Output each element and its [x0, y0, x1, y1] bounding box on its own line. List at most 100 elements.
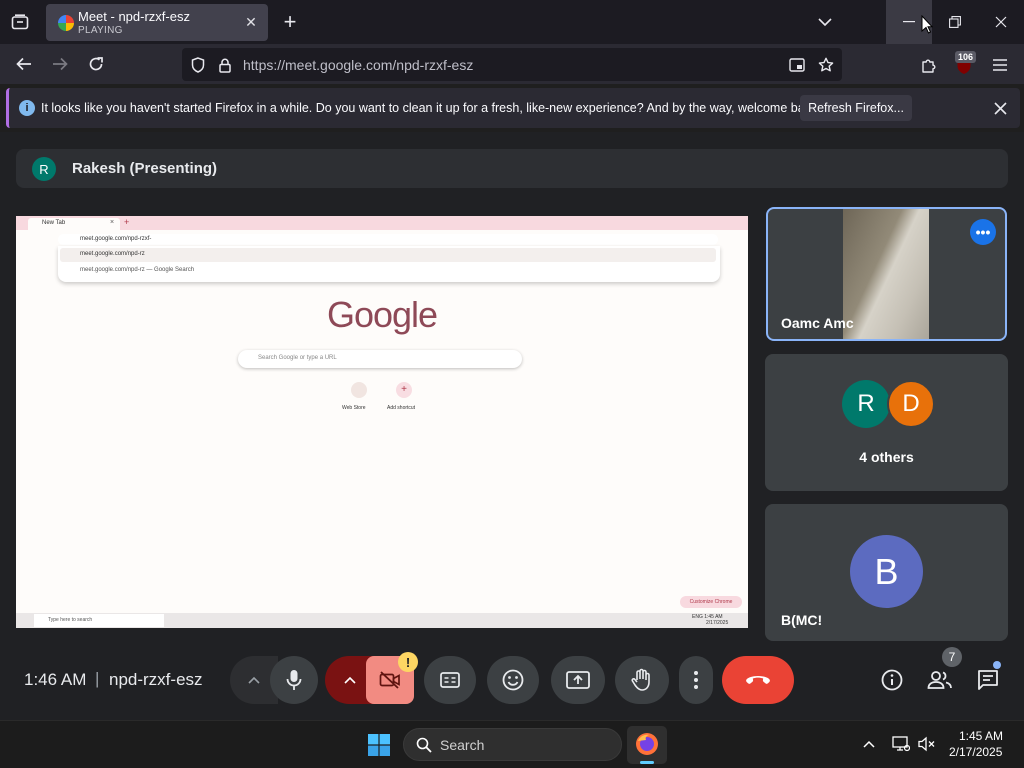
- shared-tab-close-icon: ×: [110, 219, 115, 226]
- presenting-banner: R Rakesh (Presenting): [16, 149, 1008, 188]
- more-vert-icon: [694, 671, 698, 689]
- participant-name: B(MC!: [781, 612, 823, 628]
- search-icon: [416, 737, 432, 753]
- participant-tile-oamc[interactable]: Oamc Amc •••: [766, 207, 1007, 341]
- hamburger-menu-icon[interactable]: [989, 54, 1011, 76]
- chat-icon[interactable]: [974, 666, 1002, 694]
- meeting-info-icon[interactable]: [878, 666, 906, 694]
- shared-search-box: Search Google or type a URL: [238, 350, 522, 368]
- shared-tab-title: New Tab: [42, 220, 66, 226]
- participant-name: Oamc Amc: [781, 315, 854, 331]
- info-icon: i: [19, 100, 35, 116]
- shared-taskbar-search-box: Type here to search: [34, 614, 164, 627]
- meeting-time: 1:46 AM: [24, 670, 87, 689]
- shared-customize-chrome-button: Customize Chrome: [680, 596, 742, 608]
- clock-date[interactable]: 2/17/2025: [949, 745, 1002, 759]
- restore-window-button[interactable]: [932, 0, 978, 44]
- close-tab-icon[interactable]: ✕: [242, 13, 260, 31]
- people-icon[interactable]: [926, 666, 954, 694]
- shared-suggestion-1: meet.google.com/npd-rz: [80, 251, 145, 257]
- tracking-protection-shield-icon[interactable]: [188, 55, 208, 75]
- reload-icon[interactable]: [84, 52, 108, 76]
- shared-shortcut-1-icon: [351, 382, 367, 398]
- active-app-indicator: [640, 761, 654, 764]
- google-meet-favicon-icon: [58, 15, 74, 31]
- avatar-d: D: [887, 380, 935, 428]
- notification-bar: i It looks like you haven't started Fire…: [6, 88, 1020, 128]
- lock-icon[interactable]: [215, 55, 235, 75]
- browser-tab[interactable]: Meet - npd-rzxf-esz PLAYING ✕: [46, 4, 268, 41]
- shared-tab: New Tab ×: [28, 218, 120, 230]
- camera-warning-badge: !: [398, 652, 418, 672]
- new-tab-button[interactable]: +: [279, 9, 301, 34]
- others-label: 4 others: [859, 449, 914, 465]
- shared-search-placeholder: Search Google or type a URL: [258, 355, 337, 361]
- leave-call-button[interactable]: [722, 656, 794, 704]
- emoji-icon: [502, 669, 524, 691]
- shared-suggestion-1-row: meet.google.com/npd-rz: [60, 248, 716, 262]
- reactions-button[interactable]: [487, 656, 539, 704]
- chat-notification-dot: [993, 661, 1001, 669]
- list-all-tabs-icon[interactable]: [814, 12, 836, 32]
- end-call-icon: [746, 676, 770, 684]
- url-text: https://meet.google.com/npd-rzxf-esz: [243, 57, 474, 73]
- more-options-button[interactable]: [679, 656, 713, 704]
- taskbar-search-label: Search: [440, 737, 485, 753]
- microphone-button[interactable]: [270, 656, 318, 704]
- presenter-avatar: R: [32, 157, 56, 181]
- presenter-label: Rakesh (Presenting): [72, 160, 218, 177]
- tab-strip: Meet - npd-rzxf-esz PLAYING ✕ +: [0, 0, 1024, 44]
- shared-new-tab-icon: +: [124, 217, 130, 227]
- meeting-code: npd-rzxf-esz: [109, 670, 203, 689]
- tab-title: Meet - npd-rzxf-esz: [78, 9, 190, 24]
- avatar-b: B: [850, 535, 923, 608]
- forward-arrow-icon[interactable]: [48, 52, 72, 76]
- raise-hand-button[interactable]: [615, 656, 669, 704]
- taskbar-firefox-button[interactable]: [627, 726, 667, 764]
- raise-hand-icon: [631, 668, 650, 691]
- bookmark-star-icon[interactable]: [816, 55, 836, 75]
- windows-taskbar: Search 1:45 AM 2/17/2025: [0, 720, 1024, 768]
- captions-icon: [440, 672, 460, 688]
- shared-taskbar-search: Type here to search: [48, 617, 93, 623]
- shared-omnibox: meet.google.com/npd-rzxf-: [58, 234, 718, 245]
- shared-google-logo: Google: [326, 294, 438, 335]
- shared-taskbar-date: 2/17/2025: [706, 620, 729, 626]
- shared-screen: New Tab × + meet.google.com/npd-rzxf- me…: [16, 216, 748, 628]
- shared-shortcut-1: Web Store: [342, 405, 366, 411]
- camera-off-icon: [379, 671, 400, 689]
- participant-video: [843, 209, 929, 339]
- captions-button[interactable]: [424, 656, 476, 704]
- back-arrow-icon[interactable]: [12, 52, 36, 76]
- windows-start-icon[interactable]: [366, 732, 392, 758]
- tab-playing-status: PLAYING: [78, 25, 123, 36]
- clock-time[interactable]: 1:45 AM: [959, 729, 1003, 743]
- shared-windows-taskbar: Type here to search ENG 1:45 AM 2/17/202…: [16, 613, 748, 628]
- firefox-view-icon[interactable]: [8, 10, 32, 34]
- refresh-firefox-button[interactable]: Refresh Firefox...: [800, 95, 912, 121]
- shared-shortcut-2: Add shortcut: [387, 405, 416, 411]
- present-screen-button[interactable]: [551, 656, 605, 704]
- extensions-puzzle-icon[interactable]: [918, 54, 940, 76]
- extension-badge-count: 106: [955, 51, 977, 63]
- firefox-icon: [636, 733, 658, 755]
- close-window-button[interactable]: [978, 0, 1024, 44]
- url-bar[interactable]: https://meet.google.com/npd-rzxf-esz: [182, 48, 842, 81]
- shared-suggestion-2: meet.google.com/npd-rz — Google Search: [80, 267, 195, 273]
- network-icon[interactable]: [891, 735, 911, 753]
- shared-suggestion-dropdown: meet.google.com/npd-rz meet.google.com/n…: [58, 246, 720, 282]
- shared-address-text: meet.google.com/npd-rzxf-: [80, 236, 152, 242]
- avatar-r: R: [842, 380, 890, 428]
- more-options-icon[interactable]: •••: [970, 219, 996, 245]
- people-count-badge: 7: [942, 647, 962, 667]
- taskbar-search-box[interactable]: Search: [403, 728, 622, 761]
- close-notification-icon[interactable]: [991, 99, 1009, 117]
- microphone-icon: [286, 670, 302, 690]
- shared-shortcut-2-icon: +: [396, 382, 412, 398]
- show-hidden-icons-chevron[interactable]: [860, 735, 878, 753]
- present-icon: [566, 671, 590, 689]
- picture-in-picture-icon[interactable]: [787, 55, 807, 75]
- volume-muted-icon[interactable]: [917, 735, 937, 753]
- participant-tile-others[interactable]: R D 4 others: [765, 354, 1008, 491]
- participant-tile-b[interactable]: B B(MC!: [765, 504, 1008, 641]
